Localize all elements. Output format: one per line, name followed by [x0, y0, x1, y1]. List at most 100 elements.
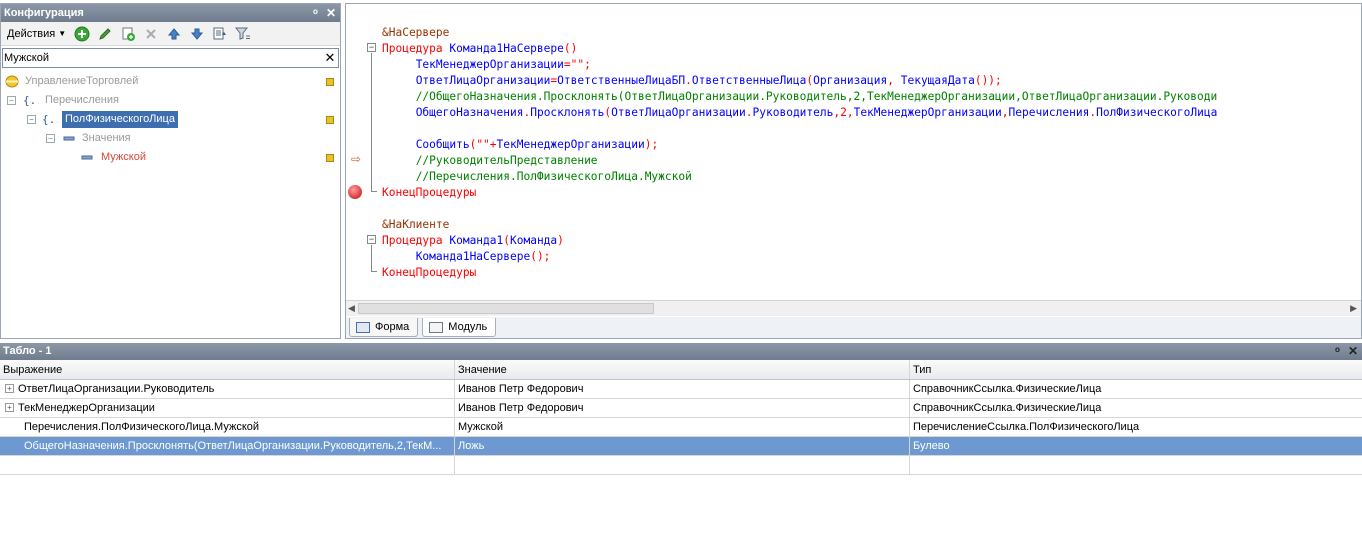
code-token: ()); [974, 74, 1002, 87]
expression-cell[interactable]: + ТекМенеджерОрганизации [0, 399, 455, 417]
enum-value-icon [81, 151, 93, 171]
expand-icon[interactable]: + [5, 383, 14, 393]
sort-icon[interactable] [208, 24, 231, 44]
search-input[interactable]: Мужской [3, 52, 322, 64]
actions-menu-button[interactable]: Действия ▼ [3, 24, 70, 44]
tree-item-label: УправлениеТорговлей [25, 75, 139, 87]
code-token: ОтветственныеЛица [691, 74, 807, 87]
column-header-value[interactable]: Значение [455, 360, 910, 379]
tree-item-enum-gender[interactable]: − {..} ПолФизическогоЛица [1, 110, 340, 129]
fold-toggle-icon[interactable]: − [367, 43, 376, 52]
watch-table: Выражение Значение Тип + ОтветЛицаОрганиз… [0, 360, 1362, 475]
move-up-icon[interactable] [162, 24, 185, 44]
table-row-selected[interactable]: ОбщегоНазначения.Просклонять(ОтветЛицаОр… [0, 437, 1362, 456]
table-row-empty[interactable] [0, 456, 1362, 475]
watch-panel: Табло - 1 ᵒ ✕ Выражение Значение Тип + От… [0, 343, 1362, 539]
expression-cell[interactable]: ОбщегоНазначения.Просклонять(ОтветЛицаОр… [0, 437, 455, 455]
edit-icon[interactable] [93, 24, 116, 44]
value-cell[interactable]: Ложь [455, 437, 910, 455]
clear-search-icon[interactable]: ✕ [322, 50, 338, 66]
tree-item-enums[interactable]: − {..} Перечисления [1, 91, 340, 110]
code-text[interactable]: &НаСервере Процедура Команда1НаСервере()… [382, 25, 1217, 281]
expression-text: ОтветЛицаОрганизации.Руководитель [18, 383, 215, 395]
object-marker-icon [326, 154, 334, 162]
tree-item-root[interactable]: УправлениеТорговлей [1, 72, 340, 91]
code-token: , [1001, 106, 1009, 119]
table-row[interactable]: + ОтветЛицаОрганизации.Руководитель Ивано… [0, 380, 1362, 399]
delete-icon[interactable] [139, 24, 162, 44]
search-field[interactable]: Мужской ✕ [2, 48, 339, 68]
code-token: Команда1 [442, 234, 504, 247]
collapse-icon[interactable]: − [27, 115, 36, 124]
move-down-icon[interactable] [185, 24, 208, 44]
code-token: Перечисления [1008, 106, 1090, 119]
tree-item-values[interactable]: − Значения [1, 129, 340, 148]
code-token: . [685, 74, 692, 87]
code-token: &НаКлиенте [382, 218, 450, 231]
table-header: Выражение Значение Тип [0, 360, 1362, 380]
code-token: Руководитель [752, 106, 834, 119]
horizontal-scrollbar[interactable]: ◀ ▶ [346, 300, 1361, 316]
filter-icon[interactable] [231, 24, 254, 44]
tree-item-label: Мужской [101, 151, 146, 163]
module-icon [429, 321, 444, 333]
expression-text: Перечисления.ПолФизическогоЛица.Мужской [24, 421, 260, 433]
configuration-panel-title: Конфигурация [4, 7, 84, 19]
collapse-icon[interactable]: − [46, 134, 55, 143]
code-token: ОтветЛицаОрганизации [611, 106, 746, 119]
breakpoint-icon[interactable] [348, 185, 362, 199]
value-cell[interactable] [455, 456, 910, 474]
chevron-down-icon: ▼ [58, 29, 67, 38]
copy-add-icon[interactable] [116, 24, 139, 44]
code-token: () [563, 42, 578, 55]
code-token: КонецПроцедуры [382, 186, 477, 199]
code-token: ТекМенеджерОрганизации [415, 58, 564, 71]
code-token: Сообщить [415, 138, 470, 151]
tree-item-male[interactable]: Мужской [1, 148, 340, 167]
type-cell: Булево [913, 440, 950, 452]
collapse-icon[interactable]: − [7, 96, 16, 105]
close-icon[interactable]: ✕ [326, 4, 336, 22]
code-token: Команда [510, 234, 558, 247]
fold-line [371, 245, 372, 271]
table-row[interactable]: + ТекМенеджерОрганизации Иванов Петр Федо… [0, 399, 1362, 418]
code-token: ) [557, 234, 564, 247]
expression-cell[interactable]: + ОтветЛицаОрганизации.Руководитель [0, 380, 455, 398]
scroll-left-icon[interactable]: ◀ [348, 303, 355, 314]
tab-module[interactable]: Модуль [422, 318, 497, 337]
code-token: //РуководительПредставление [415, 154, 598, 167]
code-token: (""+ [469, 138, 497, 151]
scrollbar-thumb[interactable] [358, 303, 654, 314]
code-token: Команда1НаСервере [415, 250, 531, 263]
code-token: , [887, 74, 901, 87]
pin-icon[interactable]: ᵒ [1335, 343, 1340, 360]
expression-cell[interactable]: Перечисления.ПолФизическогоЛица.Мужской [0, 418, 455, 436]
designer-window: Конфигурация ᵒ ✕ Действия ▼ Мужской ✕ Уп… [0, 0, 1362, 539]
column-header-expression[interactable]: Выражение [0, 360, 455, 379]
expand-icon[interactable]: + [5, 402, 14, 412]
module-editor[interactable]: − − ⇨ &НаСервере Процедура Команда1НаСер… [345, 3, 1362, 339]
code-token: Процедура [382, 234, 443, 247]
value-cell[interactable]: Мужской [455, 418, 910, 436]
value-cell[interactable]: Иванов Петр Федорович [455, 399, 910, 417]
pin-icon[interactable]: ᵒ [313, 4, 318, 22]
close-icon[interactable]: ✕ [1348, 343, 1358, 360]
type-cell: СправочникСсылка.ФизическиеЛица [913, 402, 1102, 414]
code-token: //ОбщегоНазначения.Просклонять(ОтветЛица… [415, 90, 1218, 103]
fold-toggle-icon[interactable]: − [367, 235, 376, 244]
column-header-type[interactable]: Тип [910, 360, 1362, 379]
tab-form[interactable]: Форма [349, 318, 419, 337]
form-icon [356, 321, 370, 333]
code-token: (); [530, 250, 551, 263]
code-token: Просклонять [530, 106, 605, 119]
code-token: ТекущаяДата [900, 74, 975, 87]
scroll-right-icon[interactable]: ▶ [1350, 303, 1357, 314]
tab-label: Форма [375, 321, 410, 333]
value-cell[interactable]: Иванов Петр Федорович [455, 380, 910, 398]
expression-cell[interactable] [0, 456, 455, 474]
add-icon[interactable] [70, 24, 93, 44]
code-token: ОтветЛицаОрганизации [415, 74, 551, 87]
code-token: ТекМенеджерОрганизации [496, 138, 645, 151]
svg-text:{..}: {..} [42, 113, 58, 126]
table-row[interactable]: Перечисления.ПолФизическогоЛица.Мужской … [0, 418, 1362, 437]
